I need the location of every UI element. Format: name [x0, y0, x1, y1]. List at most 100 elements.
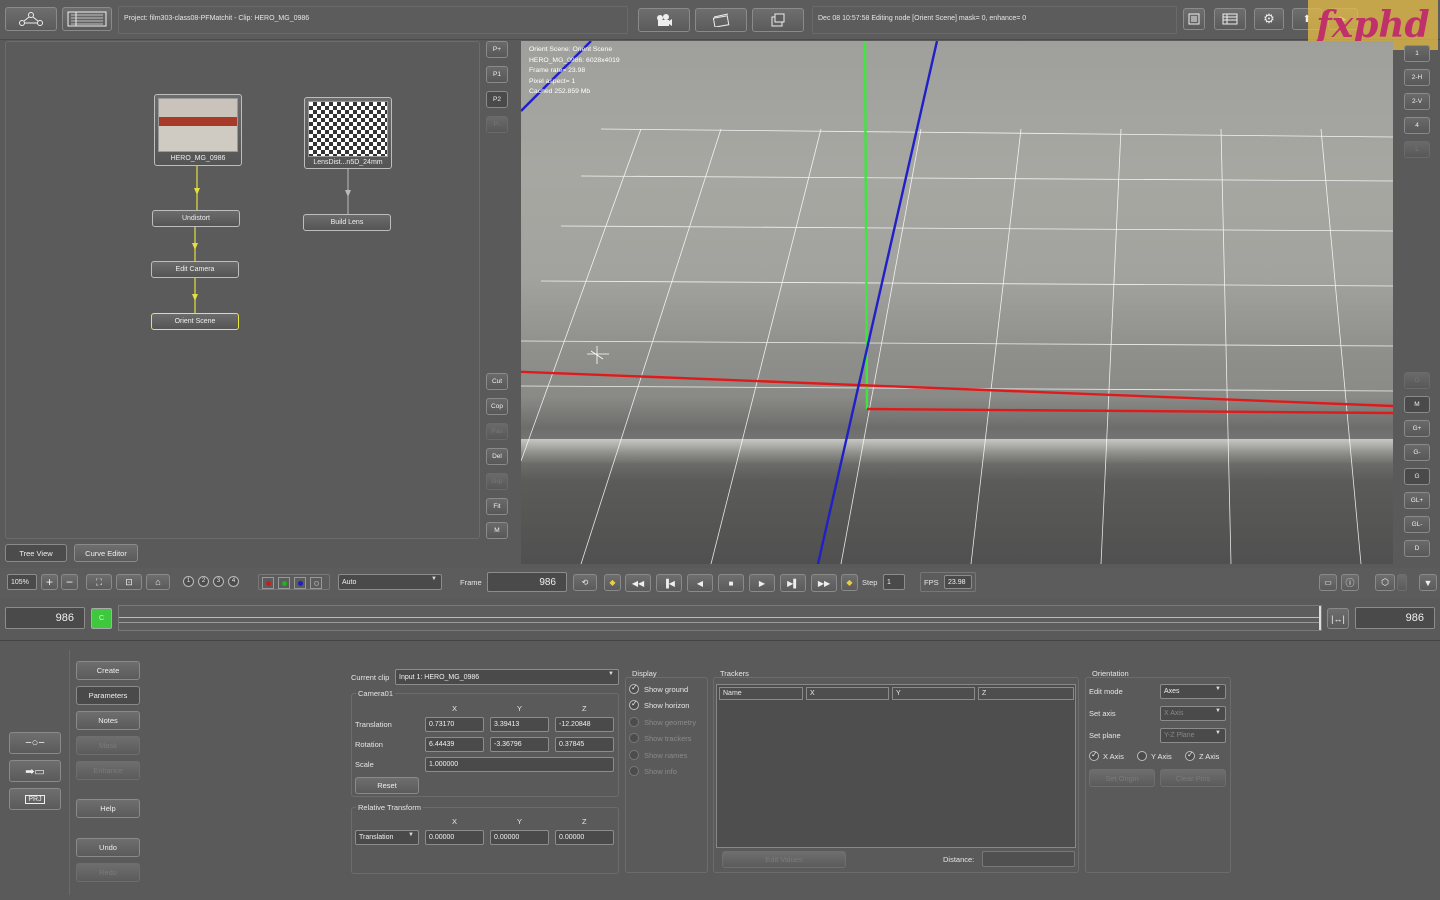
current-clip-select[interactable]: Input 1: HERO_MG_0986 — [395, 669, 619, 685]
scale-field[interactable]: 1.000000 — [425, 757, 614, 772]
layout-button[interactable] — [1214, 8, 1246, 30]
distance-field[interactable] — [982, 851, 1075, 867]
rotation-x-field[interactable]: 6.44439 — [425, 737, 484, 752]
cache-toggle[interactable] — [1397, 574, 1407, 591]
create-button[interactable]: Create — [76, 661, 140, 680]
reset-button[interactable]: Reset — [355, 777, 419, 794]
set-axis-select[interactable]: X Axis — [1160, 706, 1226, 721]
g-minus-button[interactable]: G- — [1404, 444, 1430, 461]
column-header-name[interactable]: Name — [719, 687, 803, 700]
p-plus-button[interactable]: P+ — [486, 41, 508, 58]
o-button[interactable]: O — [1404, 372, 1430, 389]
slider-tool-button[interactable]: −○− — [9, 732, 61, 754]
x-axis-checkbox[interactable] — [1089, 750, 1099, 761]
display-button[interactable]: ▭ — [1319, 574, 1337, 591]
g-plus-button[interactable]: G+ — [1404, 420, 1430, 437]
z-axis-checkbox[interactable] — [1185, 750, 1195, 761]
green-channel-button[interactable] — [278, 577, 290, 589]
copy-button[interactable]: Cop — [486, 398, 508, 415]
camera-view-button[interactable] — [638, 8, 690, 32]
enhance-button[interactable]: Enhance — [76, 761, 140, 780]
frame-field[interactable]: 986 — [487, 572, 567, 592]
gl-minus-button[interactable]: GL- — [1404, 516, 1430, 533]
tab-tree-view[interactable]: Tree View — [5, 544, 67, 562]
cut-button[interactable]: Cut — [486, 373, 508, 390]
relative-x-field[interactable]: 0.00000 — [425, 830, 484, 845]
show-info-checkbox[interactable] — [629, 766, 639, 776]
rotation-y-field[interactable]: -3.36796 — [490, 737, 549, 752]
edit-values-button[interactable]: Edit Values — [722, 851, 846, 868]
stop-button[interactable]: ■ — [718, 574, 744, 592]
p2-button[interactable]: P2 — [486, 91, 508, 108]
view-4-button[interactable]: 4 — [1404, 117, 1430, 134]
show-names-checkbox[interactable] — [629, 750, 639, 760]
view-3-radio[interactable]: 3 — [213, 576, 224, 587]
fit-button[interactable]: Fit — [486, 498, 508, 515]
show-trackers-checkbox[interactable] — [629, 733, 639, 743]
blue-channel-button[interactable] — [294, 577, 306, 589]
column-header-x[interactable]: X — [806, 687, 889, 700]
undistort-node[interactable]: Undistort — [152, 210, 240, 227]
viewer[interactable]: Orient Scene: Orient Scene HERO_MG_0986:… — [521, 41, 1393, 564]
cache-button[interactable]: ⬡ — [1375, 574, 1395, 591]
center-view-button[interactable]: ⊡ — [116, 574, 142, 590]
play-back-button[interactable]: ◀ — [687, 574, 713, 592]
collapse-button[interactable]: ▼ — [1419, 574, 1437, 591]
mask-button[interactable]: Mask — [76, 736, 140, 755]
help-button[interactable]: Help — [76, 799, 140, 818]
view-4-radio[interactable]: 4 — [228, 576, 239, 587]
p1-button[interactable]: P1 — [486, 66, 508, 83]
rewind-start-button[interactable]: ◀◀ — [625, 574, 651, 592]
clear-pins-button[interactable]: Clear Pins — [1160, 769, 1226, 787]
timeline-end-field[interactable]: 986 — [1355, 607, 1435, 629]
info-button[interactable]: ⓘ — [1341, 574, 1359, 591]
d-button[interactable]: D — [1404, 540, 1430, 557]
m-view-button[interactable]: M — [1404, 396, 1430, 413]
channel-select[interactable]: Auto — [338, 574, 442, 590]
keyframe-prev-button[interactable]: ◆ — [604, 574, 621, 591]
forward-end-button[interactable]: ▶▶ — [811, 574, 837, 592]
notes-button[interactable]: Notes — [76, 711, 140, 730]
set-origin-button[interactable]: Set Origin — [1089, 769, 1155, 787]
fps-field[interactable]: 23.98 — [944, 575, 972, 589]
redo-button[interactable]: Redo — [76, 863, 140, 882]
edit-camera-node[interactable]: Edit Camera — [151, 261, 239, 278]
column-header-y[interactable]: Y — [892, 687, 975, 700]
import-tool-button[interactable]: ➡▭ — [9, 760, 61, 782]
translation-x-field[interactable]: 0.73170 — [425, 717, 484, 732]
edit-mode-select[interactable]: Axes — [1160, 684, 1226, 699]
y-axis-checkbox[interactable] — [1137, 751, 1147, 761]
timeline-marker[interactable]: C — [91, 608, 112, 629]
column-header-z[interactable]: Z — [978, 687, 1074, 700]
tab-curve-editor[interactable]: Curve Editor — [74, 544, 138, 562]
g-button[interactable]: G — [1404, 468, 1430, 485]
view-1-button[interactable]: 1 — [1404, 45, 1430, 62]
build-lens-node[interactable]: Build Lens — [303, 214, 391, 231]
translation-y-field[interactable]: 3.39413 — [490, 717, 549, 732]
settings-button[interactable]: ⚙ — [1254, 8, 1284, 30]
lens-node[interactable]: LensDist...n5D_24mm — [304, 97, 392, 169]
zoom-field[interactable]: 105% — [7, 574, 37, 590]
step-forward-button[interactable]: ▶▌ — [780, 574, 806, 592]
text-button[interactable] — [1183, 8, 1205, 30]
set-plane-select[interactable]: Y-Z Plane — [1160, 728, 1226, 743]
show-ground-checkbox[interactable] — [629, 683, 639, 694]
playhead[interactable] — [1319, 606, 1321, 630]
gl-plus-button[interactable]: GL+ — [1404, 492, 1430, 509]
orient-scene-node[interactable]: Orient Scene — [151, 313, 239, 330]
translation-z-field[interactable]: -12.20848 — [555, 717, 614, 732]
timeline-track[interactable] — [118, 605, 1322, 631]
step-back-button[interactable]: ▐◀ — [656, 574, 682, 592]
rotation-z-field[interactable]: 0.37845 — [555, 737, 614, 752]
parameters-button[interactable]: Parameters — [76, 686, 140, 705]
show-geometry-checkbox[interactable] — [629, 717, 639, 727]
clapper-button[interactable] — [695, 8, 747, 32]
trackers-table[interactable]: Name X Y Z — [716, 684, 1076, 848]
relative-y-field[interactable]: 0.00000 — [490, 830, 549, 845]
loop-button[interactable]: ⟲ — [573, 574, 597, 591]
red-channel-button[interactable] — [262, 577, 274, 589]
keyframe-next-button[interactable]: ◆ — [841, 574, 858, 591]
fit-range-button[interactable]: |↔| — [1327, 608, 1349, 629]
group-button[interactable]: Grp — [486, 473, 508, 490]
clip-node[interactable]: HERO_MG_0986 — [154, 94, 242, 166]
